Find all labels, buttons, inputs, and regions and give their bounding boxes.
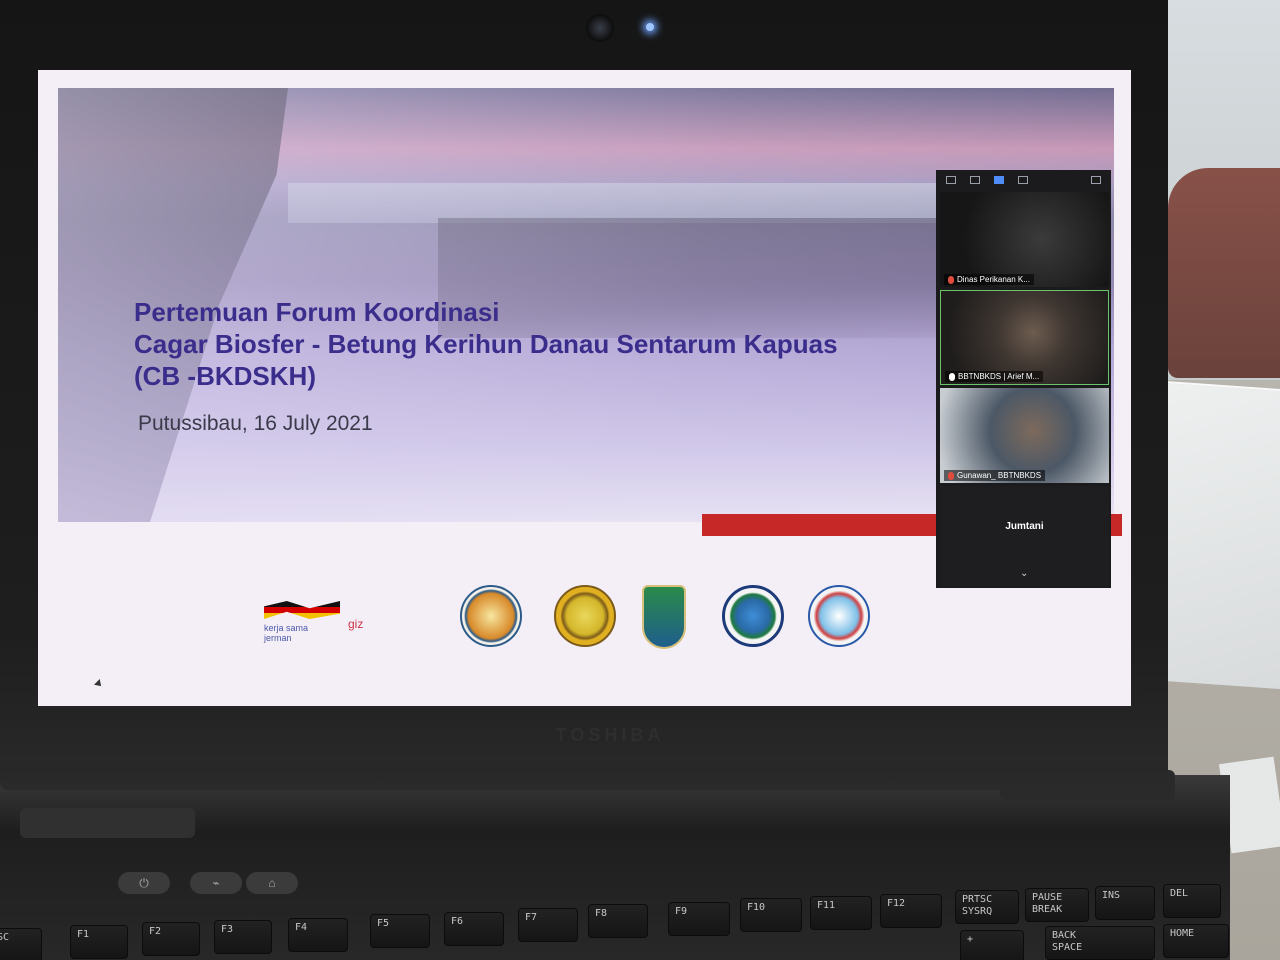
national-park-logo-icon: [722, 585, 784, 647]
grid-view-icon[interactable]: [1018, 176, 1028, 184]
giz-text-kerja-sama: kerja sama jerman: [264, 623, 308, 643]
key-plus[interactable]: +: [960, 930, 1024, 960]
participant-name: Jumtani: [1005, 521, 1044, 532]
slide-subtitle: Putussibau, 16 July 2021: [138, 412, 373, 435]
participant-name-text: BBTNBKDS | Arief M...: [958, 372, 1040, 381]
key-prtsc[interactable]: PRTSC SYSRQ: [955, 890, 1019, 924]
chevron-down-icon[interactable]: ⌄: [1020, 568, 1028, 579]
participant-tile[interactable]: BBTNBKDS | Arief M...: [940, 290, 1109, 385]
screen: Pertemuan Forum Koordinasi Cagar Biosfer…: [38, 70, 1131, 706]
mouse-cursor-icon: [94, 679, 104, 689]
participant-tile[interactable]: Dinas Perikanan K...: [940, 192, 1109, 287]
key-f7[interactable]: F7: [518, 908, 578, 942]
participant-name-text: Gunawan_ BBTNBKDS: [957, 471, 1042, 480]
zoom-view-toolbar: [936, 170, 1111, 192]
minimize-icon[interactable]: [946, 176, 956, 184]
power-button[interactable]: ⏻: [118, 872, 170, 894]
regional-government-logo-icon: [554, 585, 616, 647]
key-f9[interactable]: F9: [668, 902, 730, 936]
key-f5[interactable]: F5: [370, 914, 430, 948]
ministry-forestry-logo-icon: [460, 585, 522, 647]
title-line-3: (CB -BKDSKH): [134, 361, 316, 391]
key-f2[interactable]: F2: [142, 922, 200, 956]
title-line-1: Pertemuan Forum Koordinasi: [134, 297, 500, 327]
laptop-brand: TOSHIBA: [555, 725, 665, 745]
participant-video: [940, 388, 1109, 483]
chair: [1168, 168, 1280, 378]
participant-name: Gunawan_ BBTNBKDS: [944, 470, 1046, 481]
key-f6[interactable]: F6: [444, 912, 504, 946]
hinge-left: [20, 808, 195, 838]
strip-view-icon[interactable]: [994, 176, 1004, 184]
german-flag-ribbon-icon: [264, 601, 340, 619]
key-f8[interactable]: F8: [588, 904, 648, 938]
slide-title: Pertemuan Forum Koordinasi Cagar Biosfer…: [134, 296, 954, 392]
lock-button[interactable]: ⌂: [246, 872, 298, 894]
participant-video: [940, 192, 1109, 287]
key-esc[interactable]: SC: [0, 928, 42, 960]
key-f10[interactable]: F10: [740, 898, 802, 932]
key-f12[interactable]: F12: [880, 894, 942, 928]
key-del[interactable]: DEL: [1163, 884, 1221, 918]
participant-name-text: Dinas Perikanan K...: [957, 275, 1030, 284]
danau-sentarum-logo-icon: [808, 585, 870, 647]
key-f1[interactable]: F1: [70, 925, 128, 959]
key-pause[interactable]: PAUSE BREAK: [1025, 888, 1089, 922]
key-f4[interactable]: F4: [288, 918, 348, 952]
webcam-led: [646, 23, 654, 31]
webcam: [586, 14, 614, 42]
key-f11[interactable]: F11: [810, 896, 872, 930]
participant-tile[interactable]: Gunawan_ BBTNBKDS: [940, 388, 1109, 483]
mic-icon: [949, 372, 955, 381]
participant-tile[interactable]: Jumtani ⌄: [940, 486, 1109, 586]
mic-muted-icon: [948, 275, 954, 284]
mic-muted-icon: [948, 471, 954, 480]
zoom-participant-panel: Dinas Perikanan K... BBTNBKDS | Arief M.…: [936, 170, 1111, 588]
giz-text-line2: jerman: [264, 633, 292, 643]
wifi-button[interactable]: ⌁: [190, 872, 242, 894]
participant-name: BBTNBKDS | Arief M...: [945, 371, 1044, 382]
title-line-2: Cagar Biosfer - Betung Kerihun Danau Sen…: [134, 329, 838, 359]
giz-logo: kerja sama jerman giz: [264, 595, 414, 643]
giz-label: giz: [348, 617, 364, 631]
district-shield-logo-icon: [642, 585, 686, 649]
fullscreen-icon[interactable]: [1091, 176, 1101, 184]
paper-stack: [1165, 380, 1280, 690]
giz-text-line1: kerja sama: [264, 623, 309, 633]
key-home[interactable]: HOME: [1163, 924, 1229, 958]
key-f3[interactable]: F3: [214, 920, 272, 954]
single-view-icon[interactable]: [970, 176, 980, 184]
participant-name: Dinas Perikanan K...: [944, 274, 1034, 285]
key-backspace[interactable]: BACK SPACE: [1045, 926, 1155, 960]
key-ins[interactable]: INS: [1095, 886, 1155, 920]
